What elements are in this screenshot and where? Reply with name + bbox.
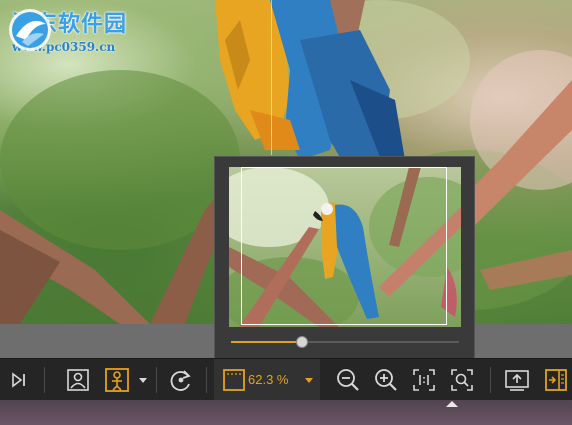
side-panel-button[interactable] [542,364,570,396]
person-icon [67,369,89,391]
filmstrip-bar [0,400,572,425]
zoom-value: 62.3 % [248,372,289,387]
navigator-viewport-frame[interactable] [241,167,447,325]
actual-size-button[interactable] [410,364,438,396]
export-icon [505,370,529,391]
zoom-slider-fill [231,341,302,343]
zoom-level-box[interactable]: 62.3 % [214,359,320,401]
fit-to-window-icon [451,369,473,391]
fit-to-window-button[interactable] [448,364,476,396]
dropdown-arrow-icon [139,378,147,383]
next-frame-icon [12,372,25,388]
export-button[interactable] [502,364,532,396]
zoom-in-button[interactable] [372,364,400,396]
person-view-button[interactable] [64,364,92,396]
zoom-out-button[interactable] [334,364,362,396]
rotate-button[interactable] [166,364,196,396]
rotate-icon [170,370,191,391]
split-line [271,0,272,155]
actual-size-icon [413,369,435,391]
toolbar-separator [206,367,207,393]
fit-person-button[interactable] [102,364,132,396]
toolbar-separator [490,367,491,393]
watermark-logo-icon [9,9,51,51]
bottom-toolbar: 62.3 % [0,358,572,401]
toolbar-separator [156,367,157,393]
fit-person-icon [105,368,129,392]
watermark: 河东软件园 www.pc0359.cn [6,6,127,54]
navigator-panel[interactable] [214,156,475,360]
next-frame-button[interactable] [6,364,32,396]
zoom-slider[interactable] [231,336,459,348]
side-panel-icon [545,369,567,391]
fit-person-dropdown[interactable] [136,364,150,396]
zoom-dropdown-icon[interactable] [304,375,314,385]
zoom-in-icon [375,369,397,391]
zoom-slider-handle[interactable] [295,336,308,348]
toolbar-separator [44,367,45,393]
expand-filmstrip-icon[interactable] [446,401,458,407]
zoom-out-icon [337,369,359,391]
zoom-frame-icon [223,369,245,391]
